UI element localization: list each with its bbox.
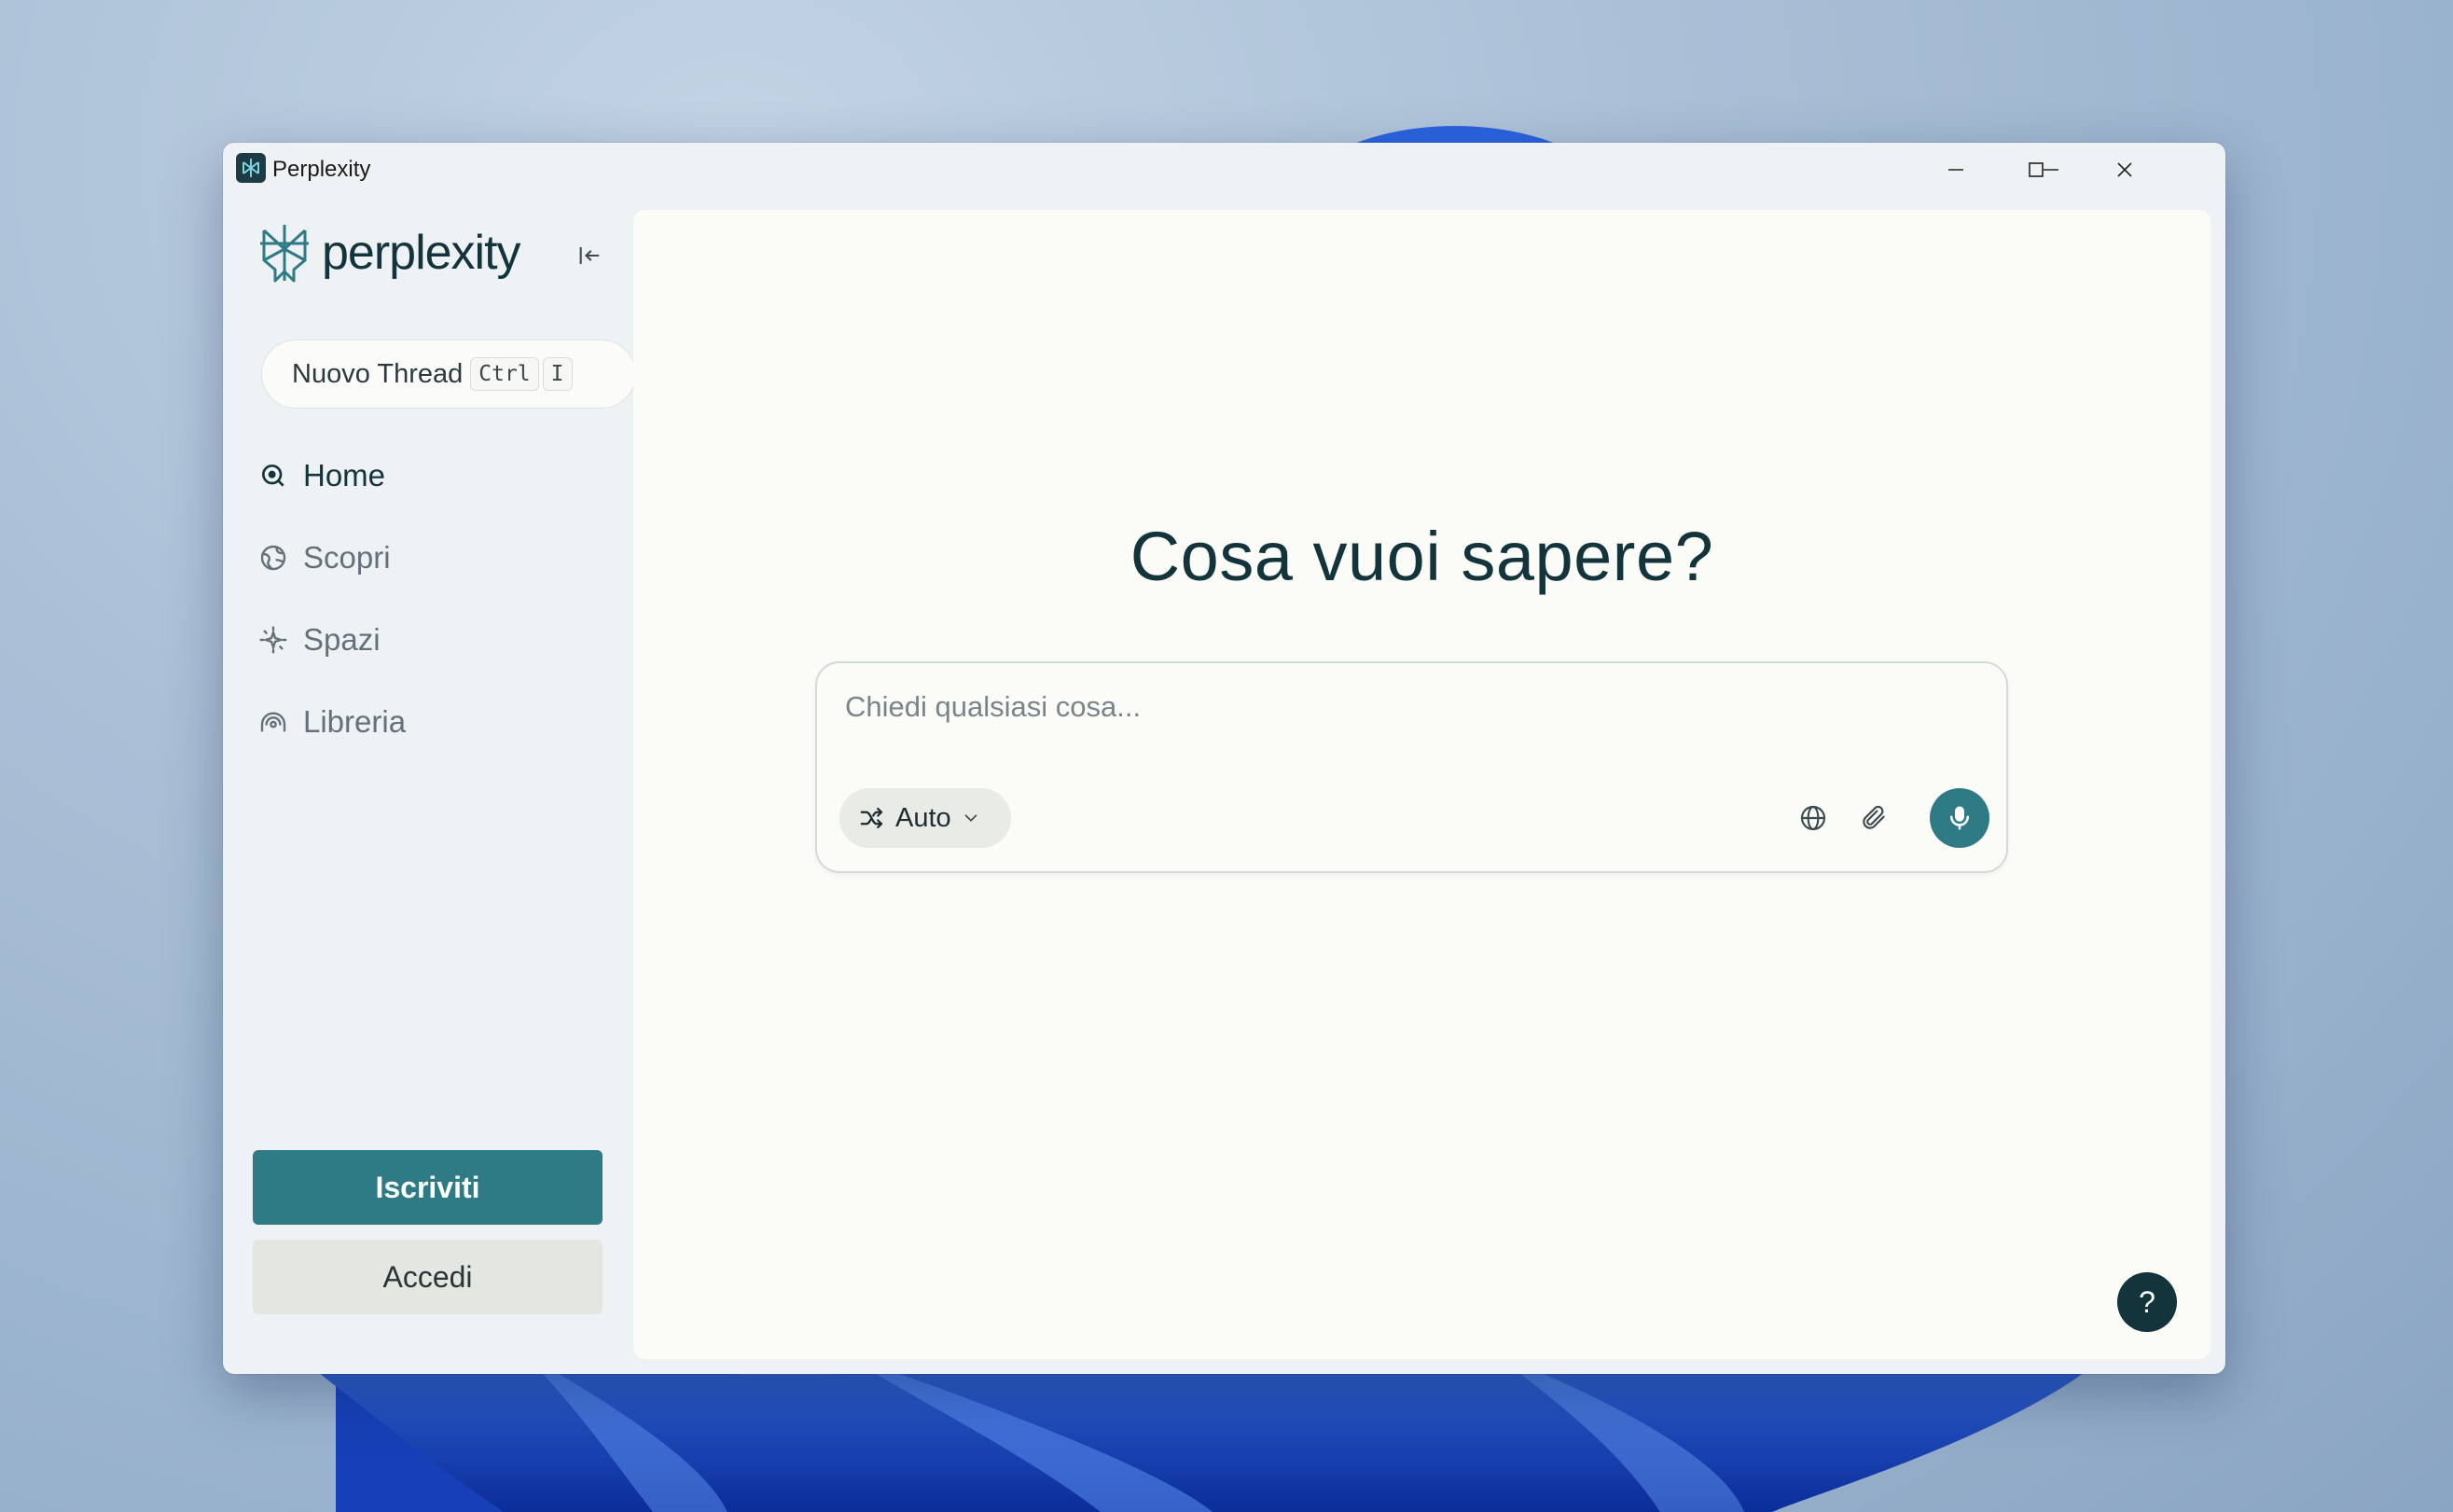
perplexity-logo[interactable]: perplexity (258, 223, 521, 283)
microphone-icon (1950, 806, 1969, 830)
sparkle-icon (256, 623, 290, 657)
sidebar-item-spazi[interactable]: Spazi (256, 599, 611, 681)
perplexity-logo-icon (260, 225, 309, 283)
mode-selector-label: Auto (895, 802, 951, 833)
sidebar-item-libreria[interactable]: Libreria (256, 681, 611, 763)
ask-input[interactable] (845, 684, 1964, 730)
sidebar-nav: Home Scopri Spazi Libreria (256, 435, 611, 763)
help-button[interactable]: ? (2117, 1272, 2177, 1332)
voice-input-button[interactable] (1930, 788, 1989, 848)
sidebar-item-scopri[interactable]: Scopri (256, 517, 611, 599)
close-button[interactable] (2082, 143, 2168, 197)
signup-button[interactable]: Iscriviti (253, 1150, 603, 1225)
sidebar-item-home[interactable]: Home (256, 435, 611, 517)
new-thread-button[interactable]: Nuovo Thread Ctrl I (261, 340, 636, 409)
collapse-sidebar-icon (579, 246, 600, 265)
paperclip-icon (1863, 805, 1885, 829)
globe-icon (256, 541, 290, 575)
maximize-icon (2029, 162, 2044, 177)
minimize-icon (1948, 169, 1963, 171)
mode-selector[interactable]: Auto (839, 788, 1011, 848)
close-icon (2117, 162, 2132, 177)
main-panel: Cosa vuoi sapere? Auto ? (633, 210, 2210, 1359)
globe-icon (1800, 805, 1826, 831)
shuffle-icon (860, 807, 883, 829)
search-circle-icon (256, 459, 290, 492)
shortcut-key-i: I (542, 357, 573, 391)
minimize-btn[interactable] (1913, 143, 1999, 197)
sidebar-item-label: Scopri (303, 540, 391, 575)
app-window: Perplexity perplexity Nuovo Thread Ctrl … (223, 143, 2225, 1374)
ask-box: Auto (815, 661, 2008, 873)
attach-button[interactable] (1850, 795, 1897, 841)
sidebar-item-label: Libreria (303, 704, 407, 739)
app-icon (236, 153, 266, 183)
sidebar-item-label: Spazi (303, 622, 381, 657)
maximize-button[interactable] (1993, 143, 2079, 197)
page-heading: Cosa vuoi sapere? (1129, 518, 1714, 595)
web-search-button[interactable] (1790, 795, 1836, 841)
chevron-down-icon (964, 814, 977, 822)
new-thread-label: Nuovo Thread (292, 358, 464, 389)
library-icon (256, 705, 290, 739)
sidebar-item-label: Home (303, 458, 386, 492)
window-title: Perplexity (272, 157, 371, 182)
collapse-sidebar-button[interactable] (574, 240, 605, 271)
logo-text: perplexity (322, 226, 521, 280)
login-button[interactable]: Accedi (253, 1240, 603, 1314)
shortcut-key-ctrl: Ctrl (470, 357, 539, 391)
